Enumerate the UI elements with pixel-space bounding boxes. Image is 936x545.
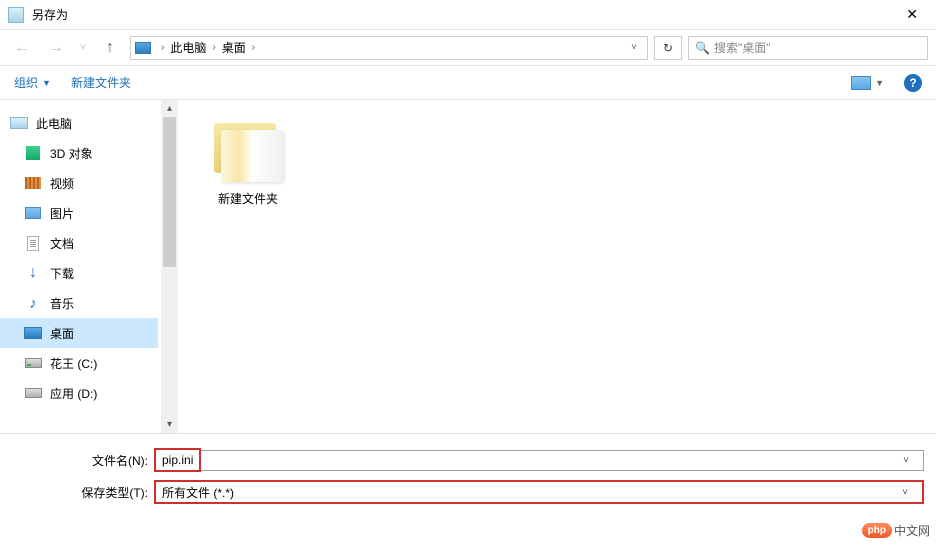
chevron-down-icon[interactable]: ˅ — [895, 455, 917, 466]
chevron-down-icon: ▼ — [42, 78, 51, 88]
video-icon — [25, 177, 41, 189]
sidebar-item-label: 下载 — [50, 265, 74, 282]
sidebar-item-label: 此电脑 — [36, 115, 72, 132]
search-placeholder: 搜索"桌面" — [714, 39, 771, 56]
sidebar-item-drive-d[interactable]: 应用 (D:) — [0, 378, 158, 408]
help-button[interactable]: ? — [904, 74, 922, 92]
sidebar-item-label: 音乐 — [50, 295, 74, 312]
up-button[interactable]: ↑ — [96, 34, 124, 62]
view-icon — [851, 76, 871, 90]
filetype-row: 保存类型(T): 所有文件 (*.*) ˅ — [12, 480, 924, 504]
filename-highlight: pip.ini — [154, 448, 201, 472]
navbar: ← → ˅ ↑ › 此电脑 › 桌面 › ˅ ↻ 🔍 搜索"桌面" — [0, 30, 936, 66]
chevron-down-icon[interactable]: ˅ — [894, 487, 916, 498]
picture-icon — [25, 207, 41, 219]
bottom-panel: 文件名(N): pip.ini ˅ 保存类型(T): 所有文件 (*.*) ˅ — [0, 433, 936, 522]
file-content-area[interactable]: 新建文件夹 — [178, 100, 936, 433]
folder-name: 新建文件夹 — [198, 190, 298, 207]
app-icon — [8, 7, 24, 23]
pc-icon — [10, 117, 28, 129]
folder-item[interactable]: 新建文件夹 — [198, 120, 298, 207]
sidebar-item-drive-c[interactable]: 花王 (C:) — [0, 348, 158, 378]
breadcrumb-item[interactable]: 此电脑 — [170, 39, 206, 56]
sidebar-item-label: 桌面 — [50, 325, 74, 342]
sidebar-item-label: 应用 (D:) — [50, 385, 97, 402]
filename-value-text: pip.ini — [162, 453, 193, 467]
organize-menu[interactable]: 组织 ▼ — [14, 74, 51, 91]
filetype-label: 保存类型(T): — [12, 484, 154, 501]
filename-label: 文件名(N): — [12, 452, 154, 469]
new-folder-button[interactable]: 新建文件夹 — [71, 74, 131, 91]
drive-icon — [25, 388, 42, 398]
scroll-up-button[interactable]: ▴ — [161, 100, 178, 117]
sidebar-item-3d-objects[interactable]: 3D 对象 — [0, 138, 158, 168]
sidebar-item-desktop[interactable]: 桌面 — [0, 318, 158, 348]
watermark-badge: php — [862, 523, 892, 538]
sidebar-item-downloads[interactable]: ↓ 下载 — [0, 258, 158, 288]
desktop-icon — [24, 327, 42, 339]
chevron-right-icon: › — [248, 42, 259, 53]
main-area: 此电脑 3D 对象 视频 图片 文档 ↓ 下载 — [0, 100, 936, 433]
sidebar-item-videos[interactable]: 视频 — [0, 168, 158, 198]
recent-dropdown[interactable]: ˅ — [76, 42, 90, 53]
forward-button[interactable]: → — [42, 34, 70, 62]
filename-row: 文件名(N): pip.ini ˅ — [12, 448, 924, 472]
sidebar-item-this-pc[interactable]: 此电脑 — [0, 108, 158, 138]
scroll-thumb[interactable] — [163, 117, 176, 267]
filetype-select[interactable]: 所有文件 (*.*) ˅ — [156, 482, 922, 502]
sidebar-item-label: 视频 — [50, 175, 74, 192]
sidebar-scrollbar[interactable]: ▴ ▾ — [161, 100, 178, 433]
folder-icon — [211, 120, 285, 184]
breadcrumb-item[interactable]: 桌面 — [222, 39, 246, 56]
sidebar: 此电脑 3D 对象 视频 图片 文档 ↓ 下载 — [0, 100, 178, 433]
sidebar-item-music[interactable]: ♪ 音乐 — [0, 288, 158, 318]
monitor-icon — [135, 42, 151, 54]
watermark: php 中文网 — [862, 522, 930, 539]
breadcrumb[interactable]: › 此电脑 › 桌面 › ˅ — [130, 36, 648, 60]
search-icon: 🔍 — [695, 41, 710, 55]
sidebar-item-label: 3D 对象 — [50, 145, 93, 162]
drive-icon — [25, 358, 42, 368]
watermark-text: 中文网 — [894, 522, 930, 539]
download-icon: ↓ — [24, 265, 42, 281]
search-input[interactable]: 🔍 搜索"桌面" — [688, 36, 928, 60]
3d-icon — [26, 146, 40, 160]
close-button[interactable]: ✕ — [896, 2, 928, 27]
refresh-button[interactable]: ↻ — [654, 36, 682, 60]
breadcrumb-dropdown[interactable]: ˅ — [625, 42, 643, 53]
sidebar-item-label: 图片 — [50, 205, 74, 222]
document-icon — [27, 236, 39, 251]
scroll-down-button[interactable]: ▾ — [161, 416, 178, 433]
toolbar: 组织 ▼ 新建文件夹 ▼ ? — [0, 66, 936, 100]
filetype-highlight: 所有文件 (*.*) ˅ — [154, 480, 924, 504]
filename-input[interactable]: ˅ — [201, 450, 924, 471]
sidebar-item-label: 文档 — [50, 235, 74, 252]
view-menu[interactable]: ▼ — [851, 76, 884, 90]
chevron-down-icon: ▼ — [875, 78, 884, 88]
sidebar-item-pictures[interactable]: 图片 — [0, 198, 158, 228]
sidebar-item-label: 花王 (C:) — [50, 355, 97, 372]
window-title: 另存为 — [32, 6, 896, 23]
chevron-right-icon: › — [157, 42, 168, 53]
back-button[interactable]: ← — [8, 34, 36, 62]
sidebar-item-documents[interactable]: 文档 — [0, 228, 158, 258]
titlebar: 另存为 ✕ — [0, 0, 936, 30]
music-icon: ♪ — [24, 295, 42, 311]
chevron-right-icon: › — [208, 42, 219, 53]
filetype-value: 所有文件 (*.*) — [162, 484, 234, 501]
scroll-track[interactable] — [161, 117, 178, 416]
